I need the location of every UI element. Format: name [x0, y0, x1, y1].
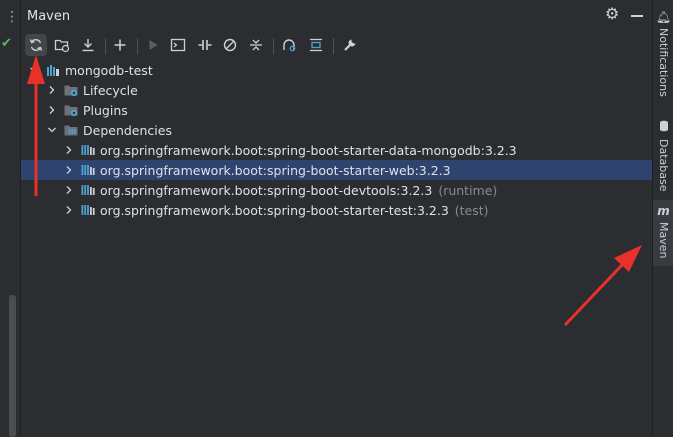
more-options-icon[interactable]: ⋮ [5, 10, 19, 24]
tree-node-dependencies[interactable]: Dependencies [21, 120, 673, 140]
tab-database[interactable]: Database [653, 116, 673, 192]
maven-icon: m [657, 204, 670, 218]
analyze-icon [283, 39, 296, 52]
terminal-icon [170, 38, 186, 52]
tab-notifications[interactable]: 🔔︎ Notifications [653, 6, 673, 97]
execute-maven-goal-button[interactable] [167, 34, 189, 56]
dependencies-folder-icon [63, 122, 79, 138]
tree-node-lifecycle[interactable]: Lifecycle [21, 80, 673, 100]
chevron-down-icon[interactable] [29, 65, 39, 75]
toolbar-separator [137, 38, 138, 54]
tree-node-plugins[interactable]: Plugins [21, 100, 673, 120]
run-maven-build-button[interactable] [142, 34, 164, 56]
library-icon [80, 202, 96, 218]
collapse-all-button[interactable] [245, 34, 267, 56]
show-dependencies-button[interactable] [305, 34, 327, 56]
tree-node-project[interactable]: mongodb-test [21, 60, 660, 80]
chevron-right-icon[interactable] [47, 105, 57, 115]
minimize-icon[interactable] [631, 15, 643, 17]
generate-sources-button[interactable] [51, 34, 73, 56]
tab-maven[interactable]: m Maven [653, 200, 673, 266]
plus-icon [114, 39, 126, 51]
skip-tests-icon [223, 38, 237, 52]
toolbar-separator [105, 38, 106, 54]
dependency-scope: (test) [454, 202, 489, 218]
maven-tool-window: Maven ⚙ mongodb-test Lifecycle Plugins D… [21, 0, 673, 437]
skip-tests-button[interactable] [219, 34, 241, 56]
folder-refresh-icon [54, 39, 70, 53]
library-icon [80, 142, 96, 158]
folder-gear-icon [63, 102, 79, 118]
maven-toolbar [21, 32, 652, 58]
tool-window-title: Maven [27, 9, 71, 24]
chevron-right-icon[interactable] [64, 205, 74, 215]
add-maven-project-button[interactable] [109, 34, 131, 56]
maven-settings-button[interactable] [339, 34, 361, 56]
checkmark-icon: ✔ [1, 36, 12, 51]
tree-node-dependency[interactable]: org.springframework.boot:spring-boot-sta… [21, 140, 673, 160]
download-icon [82, 39, 94, 52]
editor-scrollbar[interactable] [9, 295, 16, 437]
reload-all-maven-projects-button[interactable] [25, 34, 47, 56]
chevron-right-icon[interactable] [64, 185, 74, 195]
tab-label: Database [657, 139, 670, 192]
left-gutter: ⋮ ✔ [0, 0, 21, 437]
tab-label: Maven [657, 222, 670, 259]
library-icon [80, 162, 96, 178]
offline-icon [198, 40, 212, 50]
folder-gear-icon [63, 82, 79, 98]
right-tool-stripe: 🔔︎ Notifications Database m Maven [652, 0, 673, 437]
chevron-right-icon[interactable] [64, 145, 74, 155]
plugins-label: Plugins [83, 102, 128, 118]
tool-window-header: Maven ⚙ [21, 0, 652, 32]
collapse-all-icon [250, 39, 262, 51]
maven-project-icon [45, 62, 61, 78]
diagram-icon [310, 38, 322, 52]
dependency-label: org.springframework.boot:spring-boot-dev… [100, 182, 433, 198]
gear-icon[interactable]: ⚙ [605, 6, 621, 22]
toggle-offline-mode-button[interactable] [194, 34, 216, 56]
toolbar-separator [273, 38, 274, 54]
refresh-icon [29, 39, 43, 51]
tree-node-dependency-selected[interactable]: org.springframework.boot:spring-boot-sta… [21, 160, 673, 180]
chevron-down-icon[interactable] [47, 125, 57, 135]
toolbar-separator [333, 38, 334, 54]
project-name: mongodb-test [65, 62, 153, 78]
chevron-right-icon[interactable] [64, 165, 74, 175]
tree-node-dependency[interactable]: org.springframework.boot:spring-boot-dev… [21, 180, 673, 200]
library-icon [80, 182, 96, 198]
database-icon [659, 120, 669, 135]
play-icon [149, 40, 158, 50]
tree-node-dependency[interactable]: org.springframework.boot:spring-boot-sta… [21, 200, 673, 220]
wrench-icon [344, 39, 356, 51]
dependency-label: org.springframework.boot:spring-boot-sta… [100, 202, 449, 218]
download-sources-button[interactable] [77, 34, 99, 56]
analyze-dependencies-button[interactable] [278, 34, 300, 56]
dependency-scope: (runtime) [438, 182, 498, 198]
dependency-label: org.springframework.boot:spring-boot-sta… [100, 162, 451, 178]
lifecycle-label: Lifecycle [83, 82, 138, 98]
tab-label: Notifications [657, 28, 670, 97]
dependencies-label: Dependencies [83, 122, 172, 138]
dependency-label: org.springframework.boot:spring-boot-sta… [100, 142, 517, 158]
chevron-right-icon[interactable] [47, 85, 57, 95]
bell-icon: 🔔︎ [655, 10, 672, 24]
